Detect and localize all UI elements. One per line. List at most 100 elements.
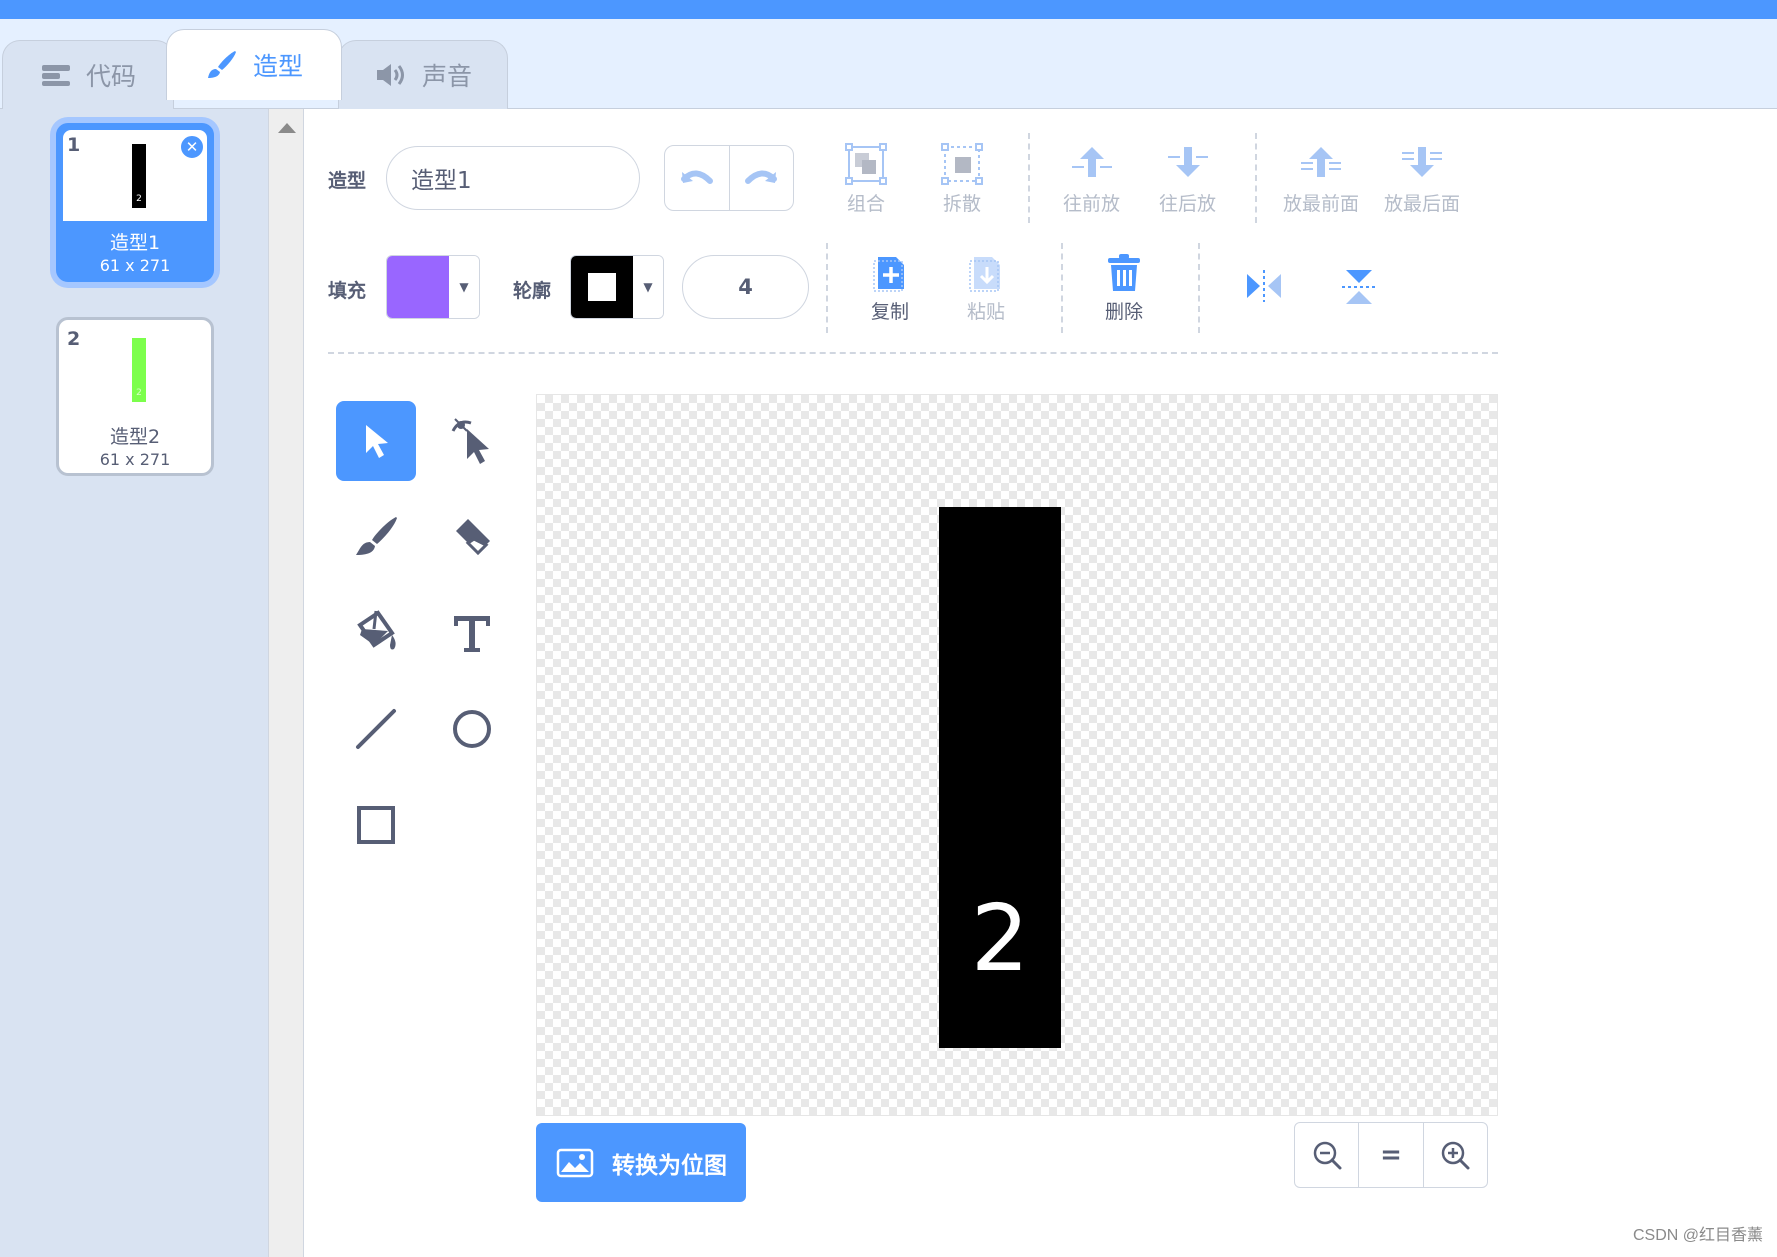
brush-tool-icon — [356, 517, 397, 555]
eraser-icon — [456, 519, 490, 556]
costume-name-input[interactable]: 造型1 — [386, 146, 640, 210]
paint-bucket-icon — [357, 610, 396, 650]
eraser-tool[interactable] — [432, 497, 512, 577]
paste-button[interactable]: 粘贴 — [967, 253, 1005, 324]
arrow-bottom-icon — [1402, 147, 1442, 177]
costume-name: 造型2 — [109, 426, 161, 448]
back-button[interactable]: 放最后面 — [1384, 143, 1460, 216]
group-label: 组合 — [846, 193, 885, 215]
fill-swatch — [387, 256, 449, 318]
toolbar-separator — [328, 352, 1498, 354]
tab-costumes[interactable]: 造型 — [166, 29, 342, 100]
toolbar-divider — [1255, 133, 1257, 223]
costume-shape[interactable]: 2 — [939, 507, 1061, 1048]
forward-label: 往前放 — [1063, 193, 1121, 215]
forward-button[interactable]: 往前放 — [1063, 143, 1120, 216]
ungroup-icon — [941, 143, 983, 185]
back-label: 放最后面 — [1384, 193, 1461, 215]
scrollbar[interactable] — [268, 109, 304, 1257]
text-tool[interactable] — [432, 593, 512, 673]
circle-icon — [453, 710, 491, 748]
redo-button[interactable] — [728, 146, 794, 210]
scroll-up-arrow-icon[interactable] — [278, 123, 296, 133]
zoom-out-button[interactable] — [1295, 1123, 1358, 1187]
text-icon — [454, 616, 490, 652]
tab-costumes-label: 造型 — [252, 52, 303, 81]
backward-label: 往后放 — [1159, 193, 1217, 215]
top-menu-strip — [0, 0, 1777, 19]
chevron-down-icon: ▼ — [633, 256, 663, 318]
tab-sounds-label: 声音 — [421, 62, 472, 91]
tab-code[interactable]: 代码 — [2, 40, 174, 109]
copy-icon — [873, 257, 904, 292]
costume-thumbnail: 2 — [63, 324, 207, 415]
front-button[interactable]: 放最前面 — [1283, 143, 1359, 216]
costume-number: 2 — [67, 328, 81, 350]
rectangle-tool[interactable] — [336, 785, 416, 865]
select-arrow-icon — [366, 425, 388, 458]
toolbar-divider — [826, 243, 828, 333]
toolbar-divider — [1028, 133, 1030, 223]
tab-bar: 代码 造型 声音 — [0, 19, 1777, 109]
group-button[interactable]: 组合 — [845, 143, 887, 216]
watermark: CSDN @红目香薰 — [1632, 1227, 1763, 1244]
tab-code-label: 代码 — [85, 62, 136, 91]
thumbnail-shape: 2 — [132, 144, 146, 208]
costume-item[interactable]: 2 2 造型2 61 x 271 — [56, 317, 214, 476]
outline-label: 轮廓 — [513, 280, 552, 302]
select-tool[interactable] — [336, 401, 416, 481]
fill-tool[interactable] — [336, 593, 416, 673]
delete-label: 删除 — [1105, 301, 1144, 323]
arrow-down-icon — [1167, 147, 1208, 177]
costume-size: 61 x 271 — [99, 450, 171, 469]
paste-icon — [969, 257, 1000, 292]
ungroup-button[interactable]: 拆散 — [941, 143, 983, 216]
flip-horizontal-icon — [1247, 270, 1281, 302]
redo-icon — [745, 170, 778, 184]
line-icon — [356, 709, 396, 749]
brush-icon — [207, 51, 236, 78]
copy-label: 复制 — [871, 301, 910, 323]
brush-tool[interactable] — [336, 497, 416, 577]
flip-horizontal-button[interactable] — [1243, 268, 1285, 304]
arrow-up-icon — [1071, 147, 1112, 177]
code-icon — [41, 65, 70, 86]
fill-label: 填充 — [328, 280, 367, 302]
undo-button[interactable] — [665, 146, 729, 210]
reshape-tool[interactable] — [432, 401, 512, 481]
image-icon — [556, 1148, 594, 1177]
delete-button[interactable]: 删除 — [1105, 253, 1143, 324]
fill-color-picker[interactable]: ▼ — [386, 255, 480, 319]
tab-sounds[interactable]: 声音 — [338, 40, 508, 109]
outline-width-input[interactable]: 4 — [682, 255, 809, 319]
zoom-controls: = — [1294, 1122, 1488, 1188]
delete-costume-icon[interactable]: ✕ — [179, 134, 205, 160]
undo-redo-group — [664, 145, 794, 211]
trash-icon — [1108, 254, 1140, 291]
costume-number: 1 — [67, 134, 81, 156]
paste-label: 粘贴 — [967, 301, 1006, 323]
convert-to-bitmap-button[interactable]: 转换为位图 — [536, 1123, 746, 1202]
zoom-in-button[interactable] — [1422, 1123, 1487, 1187]
copy-button[interactable]: 复制 — [871, 253, 909, 324]
costume-size: 61 x 271 — [99, 256, 171, 275]
front-label: 放最前面 — [1283, 193, 1360, 215]
zoom-in-icon — [1442, 1141, 1470, 1170]
zoom-out-icon — [1313, 1141, 1342, 1170]
costume-name-label: 造型 — [328, 170, 367, 192]
circle-tool[interactable] — [432, 689, 512, 769]
costume-name: 造型1 — [109, 232, 161, 254]
thumbnail-shape: 2 — [132, 338, 146, 402]
paint-canvas[interactable]: 2 — [536, 394, 1498, 1116]
undo-icon — [680, 170, 713, 184]
costume-list: 2 1 ✕ 造型1 61 x 271 2 2 造型2 61 x 271 — [0, 109, 268, 1257]
backward-button[interactable]: 往后放 — [1159, 143, 1216, 216]
costume-item[interactable]: 2 1 ✕ 造型1 61 x 271 — [56, 123, 214, 282]
chevron-down-icon: ▼ — [449, 256, 479, 318]
flip-vertical-icon — [1342, 270, 1376, 304]
ungroup-label: 拆散 — [942, 193, 981, 215]
line-tool[interactable] — [336, 689, 416, 769]
zoom-reset-button[interactable]: = — [1358, 1123, 1422, 1187]
flip-vertical-button[interactable] — [1340, 266, 1378, 308]
outline-color-picker[interactable]: ▼ — [570, 255, 664, 319]
